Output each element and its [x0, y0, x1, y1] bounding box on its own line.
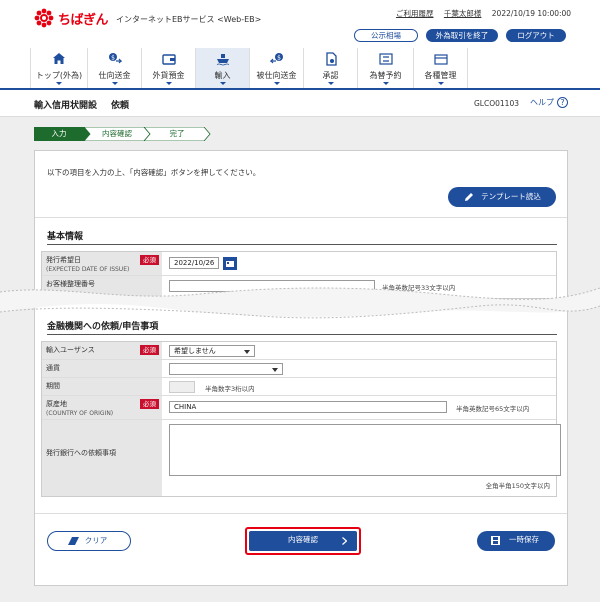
ship-icon: [216, 54, 229, 66]
issue-date-input[interactable]: 2022/10/26: [169, 257, 219, 269]
fx-end-button[interactable]: 外為取引を終了: [426, 29, 498, 42]
currency-label: 通貨: [42, 360, 162, 377]
required-badge: 必須: [140, 345, 159, 355]
step-confirm: 内容確認: [102, 129, 132, 138]
service-name: インターネットEBサービス <Web-EB>: [116, 15, 262, 24]
confirm-button[interactable]: 内容確認: [249, 531, 357, 551]
row-issue-date: 発行希望日 (EXPECTED DATE OF ISSUE) 必須 2022/1…: [42, 252, 556, 276]
chevron-right-icon: [342, 537, 347, 545]
calendar-icon[interactable]: [223, 257, 237, 270]
issuing-bank-request-label: 発行銀行への依頼事項: [42, 420, 162, 496]
eraser-icon: [68, 537, 79, 545]
row-currency: 通貨: [42, 360, 556, 378]
nav-item-approval[interactable]: 承認: [304, 48, 358, 88]
period-input[interactable]: [169, 381, 195, 393]
chevron-down-icon: [56, 82, 62, 85]
exchange-icon: [378, 53, 393, 65]
screen-id: GLCO01103: [474, 99, 519, 108]
nav-item-inward-remittance[interactable]: $ 被仕向送金: [250, 48, 304, 88]
chevron-down-icon: [165, 82, 172, 85]
step-input: 入力: [51, 129, 67, 138]
transfer-icon: $: [108, 53, 122, 64]
chevron-down-icon: [111, 82, 118, 85]
currency-select[interactable]: [169, 363, 283, 375]
chevron-down-icon: [437, 82, 444, 85]
chevron-down-icon: [382, 82, 389, 85]
nav-item-import[interactable]: 輸入: [196, 48, 250, 88]
nav-item-top[interactable]: トップ(外為): [30, 48, 88, 88]
public-rate-button[interactable]: 公示相場: [354, 29, 418, 42]
row-usance: 輸入ユーザンス 必須 希望しません: [42, 342, 556, 360]
app-header: ちばぎん インターネットEBサービス <Web-EB> ご利用履歴 千葉太郎様 …: [0, 0, 600, 90]
chevron-down-icon: [273, 82, 280, 85]
clear-button[interactable]: クリア: [47, 531, 131, 551]
top-links: ご利用履歴 千葉太郎様 2022/10/19 10:00:00: [396, 8, 571, 19]
template-load-button[interactable]: テンプレート読込: [448, 187, 556, 207]
svg-text:$: $: [277, 55, 281, 62]
issuing-bank-request-note: 全角半角150文字以内: [485, 482, 550, 490]
usance-label: 輸入ユーザンス 必須: [42, 342, 162, 359]
step-complete: 完了: [169, 129, 185, 138]
brand-name: ちばぎん: [58, 13, 109, 28]
issue-date-label: 発行希望日 (EXPECTED DATE OF ISSUE) 必須: [42, 252, 162, 275]
login-datetime: 2022/10/19 10:00:00: [491, 9, 572, 18]
svg-text:$: $: [111, 55, 115, 62]
required-badge: 必須: [140, 399, 159, 409]
period-label: 期間: [42, 378, 162, 395]
document-icon: [325, 52, 337, 66]
user-name[interactable]: 千葉太郎様: [444, 9, 482, 18]
divider: [35, 513, 567, 514]
nav-item-management[interactable]: 各種管理: [414, 48, 468, 88]
period-note: 半角数字3桁以内: [205, 385, 255, 393]
origin-input[interactable]: CHINA: [169, 401, 447, 413]
nav-item-fx-deposit[interactable]: 外貨預金: [142, 48, 196, 88]
page-title: 輸入信用状開設 依頼: [34, 101, 130, 111]
receive-icon: $: [269, 53, 283, 64]
origin-note: 半角英数記号65文字以内: [456, 405, 530, 413]
wallet-icon: [161, 54, 176, 65]
section-request-underline: [47, 334, 557, 335]
divider: [35, 217, 567, 218]
chevron-down-icon: [219, 82, 226, 85]
save-icon: [491, 536, 500, 545]
help-link[interactable]: ヘルプ?: [530, 97, 568, 108]
bank-logo-icon: [34, 8, 54, 28]
logout-button[interactable]: ログアウト: [506, 29, 566, 42]
issuing-bank-request-textarea[interactable]: [169, 424, 561, 476]
manage-icon: [433, 54, 448, 65]
request-table: 輸入ユーザンス 必須 希望しません 通貨 期間 半角数字3桁以内 原産地 (CO…: [41, 341, 561, 497]
page-cut-separator: [0, 287, 600, 319]
chevron-down-icon: [244, 350, 250, 354]
temporary-save-button[interactable]: 一時保存: [477, 531, 555, 551]
help-icon: ?: [557, 97, 568, 108]
home-icon: [53, 53, 65, 64]
instruction-text: 以下の項目を入力の上、「内容確認」ボタンを押してください。: [47, 168, 261, 177]
page-titlebar: 輸入信用状開設 依頼 GLCO01103 ヘルプ?: [0, 90, 600, 117]
row-origin: 原産地 (COUNTRY OF ORIGIN) 必須 CHINA 半角英数記号6…: [42, 396, 556, 420]
row-issuing-bank-request: 発行銀行への依頼事項 全角半角150文字以内: [42, 420, 561, 496]
pencil-icon: [465, 193, 473, 201]
required-badge: 必須: [140, 255, 159, 265]
origin-label: 原産地 (COUNTRY OF ORIGIN) 必須: [42, 396, 162, 419]
main-nav: トップ(外為) $ 仕向送金 外貨預金 輸入 $ 被仕向送金 承認 為替予約 各…: [30, 48, 468, 88]
chevron-down-icon: [327, 82, 334, 85]
nav-item-outward-remittance[interactable]: $ 仕向送金: [88, 48, 142, 88]
usage-history-link[interactable]: ご利用履歴: [396, 9, 434, 18]
chevron-down-icon: [272, 368, 278, 372]
section-request-title: 金融機関への依頼/申告事項: [47, 322, 159, 332]
main-card: 以下の項目を入力の上、「内容確認」ボタンを押してください。 テンプレート読込 基…: [34, 150, 568, 586]
usance-select[interactable]: 希望しません: [169, 345, 255, 357]
nav-item-fx-contract[interactable]: 為替予約: [358, 48, 414, 88]
section-basic-title: 基本情報: [47, 232, 84, 242]
section-basic-underline: [47, 244, 557, 245]
row-period: 期間 半角数字3桁以内: [42, 378, 556, 396]
